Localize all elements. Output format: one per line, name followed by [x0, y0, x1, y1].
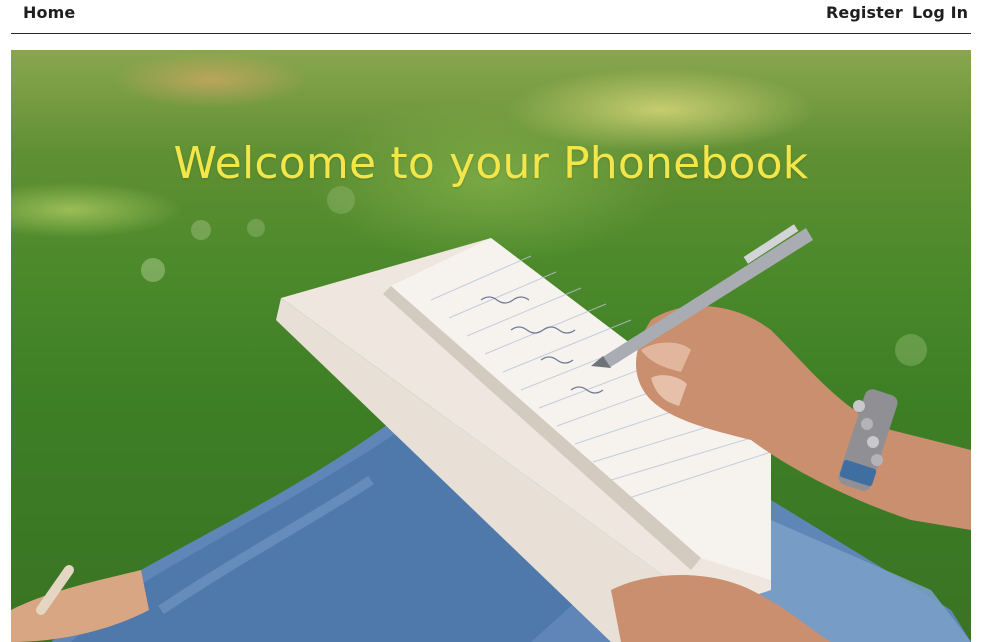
page: Home Register Log In Welcome to your Pho… [0, 0, 996, 642]
hero-title: Welcome to your Phonebook [173, 138, 809, 189]
hero-banner: Welcome to your Phonebook [11, 50, 971, 642]
top-navbar: Home Register Log In [11, 0, 971, 34]
nav-register-link[interactable]: Register [826, 4, 903, 22]
nav-home-link[interactable]: Home [23, 4, 75, 22]
nav-login-link[interactable]: Log In [912, 4, 968, 22]
